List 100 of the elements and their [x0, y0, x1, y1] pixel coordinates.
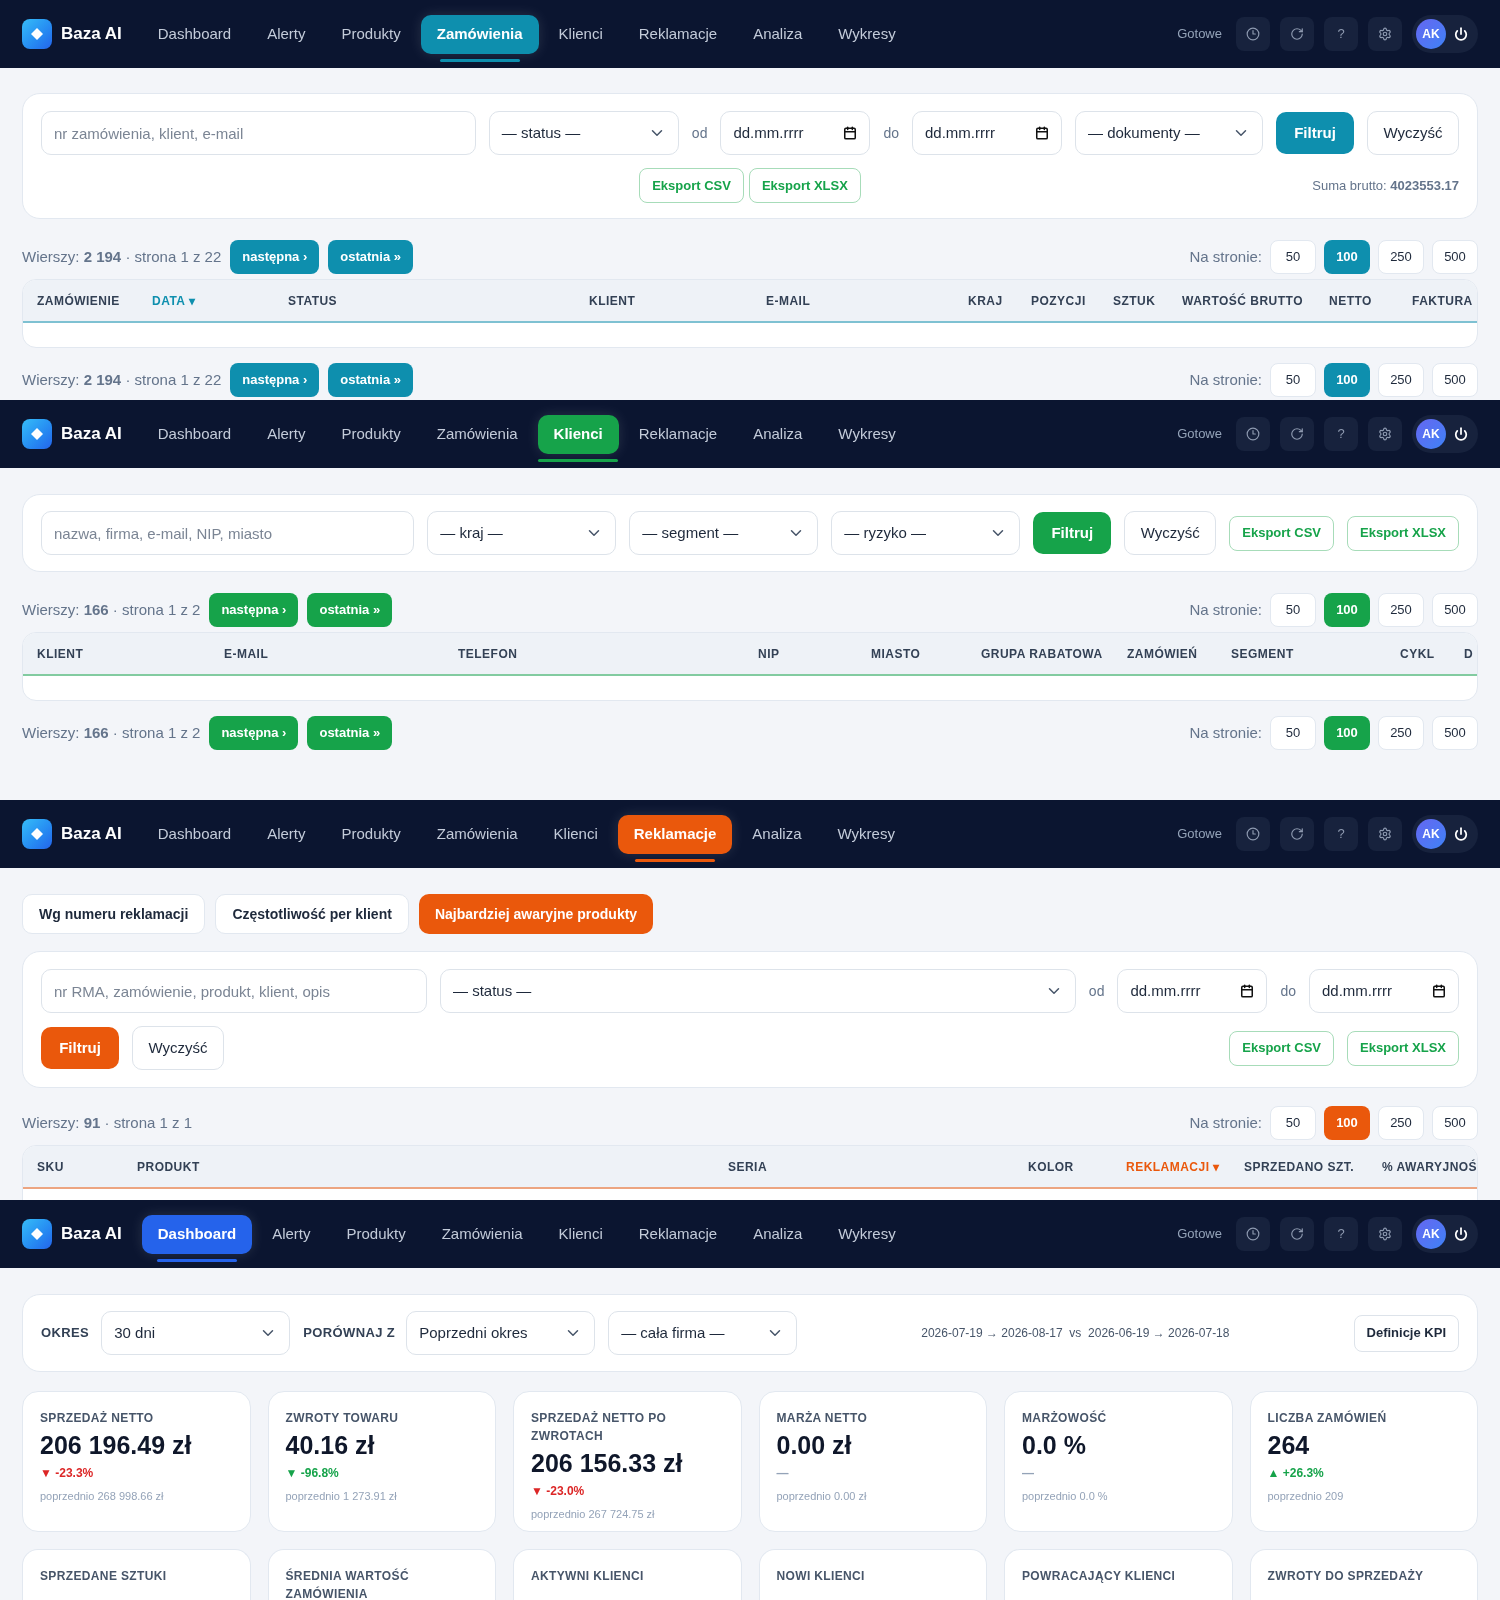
column-header[interactable]: MIASTO	[871, 644, 981, 663]
select-field[interactable]: 30 dni	[101, 1311, 291, 1355]
page-size-button[interactable]: 100	[1324, 363, 1370, 397]
nav-tab[interactable]: Reklamacje	[622, 414, 734, 454]
nav-tab[interactable]: Wykresy	[821, 814, 911, 854]
clear-button[interactable]: Wyczyść	[1124, 511, 1217, 555]
column-header[interactable]: FAKTURA	[1412, 291, 1477, 310]
column-header[interactable]: ZAMÓWIENIE	[37, 291, 152, 310]
select-field[interactable]: — ryzyko —	[831, 511, 1021, 555]
nav-tab[interactable]: Produkty	[330, 1214, 422, 1254]
nav-tab[interactable]: Produkty	[325, 414, 417, 454]
column-header[interactable]: E-MAIL	[224, 644, 458, 663]
page-size-button[interactable]: 250	[1378, 1106, 1424, 1140]
settings-button[interactable]	[1368, 17, 1402, 51]
column-header[interactable]: SERIA	[728, 1157, 1028, 1176]
search-field[interactable]: nr RMA, zamówienie, produkt, klient, opis	[41, 969, 427, 1013]
nav-tab[interactable]: Dashboard	[141, 1214, 253, 1254]
date-field[interactable]: dd.mm.rrrr	[912, 111, 1062, 155]
page-size-button[interactable]: 500	[1432, 593, 1478, 627]
nav-tab[interactable]: Zamówienia	[420, 814, 534, 854]
date-field[interactable]: dd.mm.rrrr	[1117, 969, 1268, 1013]
help-button[interactable]: ?	[1324, 1217, 1358, 1251]
column-header[interactable]: KLIENT	[589, 291, 766, 310]
page-size-button[interactable]: 100	[1324, 1106, 1370, 1140]
page-size-button[interactable]: 50	[1270, 1106, 1316, 1140]
nav-tab[interactable]: Zamówienia	[425, 1214, 539, 1254]
nav-tab[interactable]: Zamówienia	[420, 414, 534, 454]
column-header[interactable]: CYKL	[1400, 644, 1464, 663]
column-header[interactable]: ZAMÓWIEŃ	[1127, 644, 1231, 663]
date-field[interactable]: dd.mm.rrrr	[1309, 969, 1459, 1013]
nav-tab[interactable]: Wykresy	[822, 414, 912, 454]
nav-tab[interactable]: Alerty	[251, 414, 322, 454]
nav-tab[interactable]: Dashboard	[141, 14, 248, 54]
help-button[interactable]: ?	[1324, 417, 1358, 451]
column-header[interactable]: SKU	[37, 1157, 137, 1176]
nav-tab[interactable]: Klienci	[542, 1214, 619, 1254]
page-size-button[interactable]: 250	[1378, 716, 1424, 750]
nav-tab[interactable]: Klienci	[537, 814, 614, 854]
nav-tab[interactable]: Dashboard	[141, 814, 248, 854]
settings-button[interactable]	[1368, 817, 1402, 851]
history-button[interactable]	[1236, 817, 1270, 851]
select-field[interactable]: — cała firma —	[608, 1311, 798, 1355]
nav-tab[interactable]: Reklamacje	[622, 14, 734, 54]
column-header[interactable]: SPRZEDANO SZT.	[1244, 1157, 1382, 1176]
column-header[interactable]: KOLOR	[1028, 1157, 1126, 1176]
user-menu[interactable]: AK	[1412, 15, 1478, 53]
select-field[interactable]: — status —	[440, 969, 1076, 1013]
page-size-button[interactable]: 500	[1432, 240, 1478, 274]
user-menu[interactable]: AK	[1412, 815, 1478, 853]
column-header[interactable]: NETTO	[1329, 291, 1412, 310]
filter-button[interactable]: Filtruj	[41, 1027, 119, 1069]
column-header[interactable]: NIP	[758, 644, 871, 663]
history-button[interactable]	[1236, 17, 1270, 51]
clear-button[interactable]: Wyczyść	[1367, 111, 1459, 155]
nav-tab[interactable]: Alerty	[251, 814, 322, 854]
nav-tab[interactable]: Wykresy	[822, 14, 912, 54]
column-header[interactable]: TELEFON	[458, 644, 758, 663]
view-tab[interactable]: Częstotliwość per klient	[215, 894, 409, 934]
column-header[interactable]: % AWARYJNOŚ	[1382, 1157, 1477, 1176]
view-tab[interactable]: Najbardziej awaryjne produkty	[418, 894, 654, 934]
page-size-button[interactable]: 250	[1378, 363, 1424, 397]
last-page-button[interactable]: ostatnia »	[328, 240, 413, 274]
page-size-button[interactable]: 50	[1270, 363, 1316, 397]
nav-tab[interactable]: Alerty	[256, 1214, 327, 1254]
refresh-button[interactable]	[1280, 1217, 1314, 1251]
select-field[interactable]: Poprzedni okres	[406, 1311, 596, 1355]
select-field[interactable]: — dokumenty —	[1075, 111, 1263, 155]
refresh-button[interactable]	[1280, 417, 1314, 451]
page-size-button[interactable]: 250	[1378, 240, 1424, 274]
select-field[interactable]: — kraj —	[427, 511, 617, 555]
nav-tab[interactable]: Produkty	[325, 14, 417, 54]
select-field[interactable]: — segment —	[629, 511, 819, 555]
nav-tab[interactable]: Klienci	[542, 14, 619, 54]
nav-tab[interactable]: Dashboard	[141, 414, 248, 454]
page-size-button[interactable]: 500	[1432, 716, 1478, 750]
last-page-button[interactable]: ostatnia »	[328, 363, 413, 397]
nav-tab[interactable]: Analiza	[737, 14, 819, 54]
help-button[interactable]: ?	[1324, 17, 1358, 51]
nav-tab[interactable]: Alerty	[251, 14, 322, 54]
page-size-button[interactable]: 100	[1324, 240, 1370, 274]
page-size-button[interactable]: 500	[1432, 1106, 1478, 1140]
nav-tab[interactable]: Analiza	[736, 814, 818, 854]
select-field[interactable]: — status —	[488, 111, 679, 155]
nav-tab[interactable]: Wykresy	[822, 1214, 912, 1254]
user-menu[interactable]: AK	[1412, 415, 1478, 453]
nav-tab[interactable]: Analiza	[737, 1214, 819, 1254]
column-header[interactable]: SEGMENT	[1231, 644, 1400, 663]
column-header[interactable]: POZYCJI	[1031, 291, 1113, 310]
next-page-button[interactable]: następna ›	[230, 363, 320, 397]
search-field[interactable]: nazwa, firma, e-mail, NIP, miasto	[41, 511, 415, 555]
filter-button[interactable]: Filtruj	[1276, 112, 1354, 154]
column-header[interactable]: SZTUK	[1113, 291, 1182, 310]
date-field[interactable]: dd.mm.rrrr	[720, 111, 871, 155]
clear-button[interactable]: Wyczyść	[132, 1026, 224, 1070]
settings-button[interactable]	[1368, 417, 1402, 451]
column-header[interactable]: PRODUKT	[137, 1157, 728, 1176]
user-menu[interactable]: AK	[1412, 1215, 1478, 1253]
column-header[interactable]: KRAJ	[968, 291, 1031, 310]
nav-tab[interactable]: Zamówienia	[420, 14, 539, 54]
column-header[interactable]: GRUPA RABATOWA	[981, 644, 1127, 663]
